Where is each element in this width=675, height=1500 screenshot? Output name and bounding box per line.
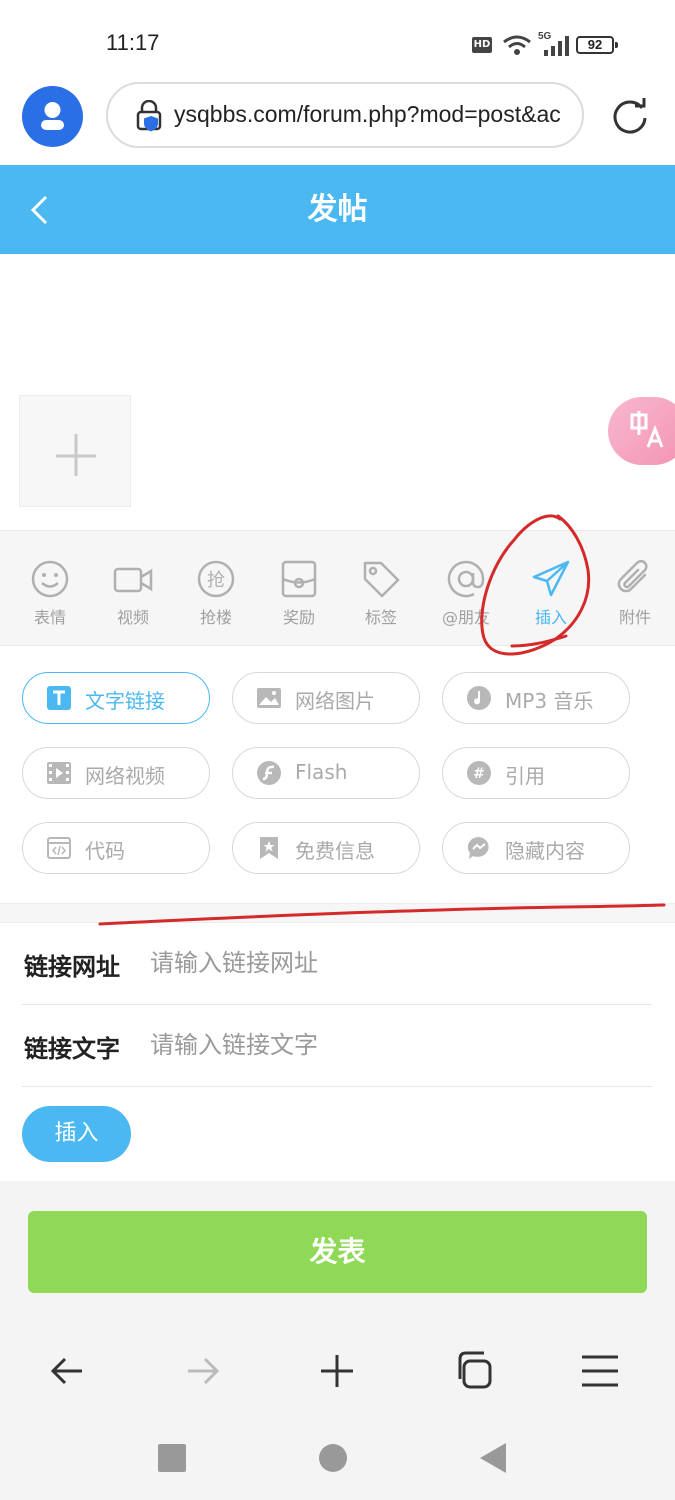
flash-icon [257, 761, 281, 785]
browser-forward-icon[interactable] [182, 1351, 222, 1391]
tool-reward[interactable]: 奖励 [259, 531, 339, 647]
tool-label: 视频 [116, 608, 149, 627]
smiley-icon [31, 560, 69, 598]
link-text-label: 链接文字 [24, 1035, 120, 1063]
link-url-input[interactable] [150, 941, 640, 985]
menu-icon[interactable] [580, 1353, 620, 1389]
tool-grab-floor[interactable]: 抢 抢楼 [176, 531, 256, 647]
translate-icon [630, 411, 664, 448]
tool-insert[interactable]: 插入 [511, 531, 591, 647]
option-label: 网络视频 [85, 764, 165, 788]
option-label: 代码 [85, 839, 125, 863]
at-sign-icon [447, 560, 485, 598]
svg-text:#: # [473, 766, 485, 782]
option-free-info[interactable]: 免费信息 [232, 822, 420, 874]
status-time: 11:17 [106, 30, 160, 55]
page-header: 发帖 [0, 165, 675, 254]
url-text: ysqbbs.com/forum.php?mod=post&ac [174, 101, 561, 127]
system-back-icon[interactable] [478, 1441, 508, 1475]
refresh-icon[interactable] [610, 96, 650, 136]
system-nav-bar [0, 1421, 675, 1500]
tool-video[interactable]: 视频 [93, 531, 173, 647]
bookmark-star-icon [260, 837, 278, 859]
option-flash[interactable]: Flash [232, 747, 420, 799]
tool-label: 表情 [33, 608, 66, 627]
tool-label: 奖励 [282, 608, 315, 627]
option-mp3-music[interactable]: MP3 音乐 [442, 672, 630, 724]
link-url-label: 链接网址 [24, 953, 120, 981]
home-icon[interactable] [318, 1443, 348, 1473]
translate-float-button[interactable] [608, 397, 675, 465]
link-text-row: 链接文字 [22, 1005, 652, 1087]
tabs-icon[interactable] [452, 1349, 494, 1391]
option-label: 隐藏内容 [505, 839, 585, 863]
tool-tag[interactable]: 标签 [341, 531, 421, 647]
option-label: 引用 [505, 764, 545, 788]
browser-nav-bar [0, 1321, 675, 1421]
user-icon [41, 102, 64, 130]
code-icon [47, 837, 71, 859]
chat-bubble-icon [467, 836, 489, 859]
browser-back-icon[interactable] [48, 1351, 88, 1391]
wifi-icon [503, 35, 531, 55]
paperclip-icon [617, 559, 648, 593]
option-quote[interactable]: # 引用 [442, 747, 630, 799]
plus-icon [56, 434, 96, 476]
tool-label: 插入 [534, 608, 567, 627]
tool-mention[interactable]: @朋友 [426, 531, 506, 647]
tool-label: 抢楼 [199, 608, 232, 627]
tool-label: 标签 [364, 608, 397, 627]
hd-badge: HD [472, 37, 492, 53]
music-icon [467, 686, 491, 710]
insert-button[interactable]: 插入 [22, 1106, 131, 1162]
reward-icon [281, 560, 317, 598]
page-title: 发帖 [307, 192, 368, 227]
section-divider [0, 903, 675, 923]
new-tab-icon[interactable] [317, 1351, 357, 1391]
signal-icon [544, 36, 569, 56]
film-icon [47, 762, 71, 784]
option-hidden-content[interactable]: 隐藏内容 [442, 822, 630, 874]
tool-attachment[interactable]: 附件 [595, 531, 675, 647]
option-label: 文字链接 [85, 689, 165, 713]
tag-icon [363, 561, 400, 598]
option-code[interactable]: 代码 [22, 822, 210, 874]
publish-button[interactable]: 发表 [28, 1211, 647, 1293]
status-bar: 11:17 HD 5G 92 [0, 0, 675, 80]
image-icon [257, 688, 281, 708]
tool-label: 附件 [618, 608, 651, 627]
paper-plane-icon [532, 560, 570, 597]
option-web-video[interactable]: 网络视频 [22, 747, 210, 799]
option-label: 网络图片 [295, 689, 375, 713]
option-label: 免费信息 [295, 839, 375, 863]
profile-avatar[interactable] [22, 86, 83, 147]
option-label: MP3 音乐 [505, 689, 594, 713]
url-bar[interactable]: ysqbbs.com/forum.php?mod=post&ac [106, 82, 584, 148]
add-image-button[interactable] [19, 395, 131, 507]
editor-toolbar: 表情 视频 抢 抢楼 奖励 标签 @朋友 插入 附件 [0, 530, 675, 646]
recent-apps-icon[interactable] [157, 1443, 187, 1473]
option-text-link[interactable]: 文字链接 [22, 672, 210, 724]
option-web-image[interactable]: 网络图片 [232, 672, 420, 724]
battery-indicator: 92 [576, 36, 618, 54]
grab-floor-icon: 抢 [197, 560, 235, 598]
link-url-row: 链接网址 [22, 923, 652, 1005]
secure-lock-icon [136, 100, 162, 132]
text-link-icon [47, 686, 71, 710]
svg-text:抢: 抢 [207, 570, 225, 591]
quote-icon: # [467, 761, 491, 785]
video-camera-icon [113, 567, 153, 593]
tool-label: @朋友 [441, 608, 490, 627]
option-label: Flash [295, 760, 348, 784]
link-text-input[interactable] [150, 1023, 640, 1067]
tool-emoji[interactable]: 表情 [10, 531, 90, 647]
